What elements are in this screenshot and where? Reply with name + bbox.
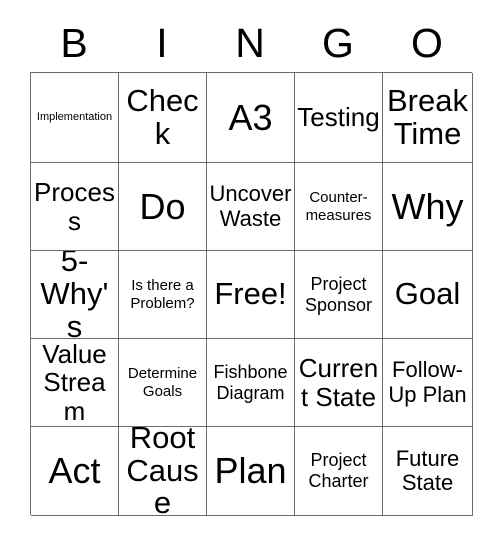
bingo-cell-label: Break Time xyxy=(387,82,468,151)
bingo-cell-label: Plan xyxy=(214,450,287,492)
bingo-cell-label: Free! xyxy=(214,276,287,312)
bingo-cell-label: Is there a Problem? xyxy=(130,277,195,312)
bingo-cell-label: Process xyxy=(34,177,115,236)
bingo-cell-label: Check xyxy=(126,82,199,151)
bingo-cell-label: Fishbone Diagram xyxy=(213,361,288,403)
bingo-cell[interactable]: Why xyxy=(383,163,473,251)
bingo-cell-label: Determine Goals xyxy=(127,365,198,400)
bingo-cell[interactable]: Plan xyxy=(207,427,295,516)
bingo-cell-label: Project Charter xyxy=(308,450,369,491)
bingo-card: B I N G O Implementation Check A3 Testin… xyxy=(0,0,500,544)
bingo-cell-label: Project Sponsor xyxy=(304,273,373,315)
bingo-grid: Implementation Check A3 Testing Break Ti… xyxy=(30,72,473,516)
bingo-cell-label: Goal xyxy=(394,276,461,312)
bingo-cell[interactable]: A3 xyxy=(207,73,295,163)
bingo-cell[interactable]: Uncover Waste xyxy=(207,163,295,251)
bingo-cell[interactable]: Root Cause xyxy=(119,427,207,516)
bingo-cell[interactable]: Counter-measures xyxy=(295,163,383,251)
bingo-cell[interactable]: Do xyxy=(119,163,207,251)
bingo-cell[interactable]: Process xyxy=(31,163,119,251)
bingo-cell-label: Testing xyxy=(297,102,380,133)
bingo-cell-free[interactable]: Free! xyxy=(207,251,295,339)
bingo-cell-label: Value Stream xyxy=(42,339,107,426)
bingo-cell-label: A3 xyxy=(228,96,273,138)
bingo-cell[interactable]: Follow-Up Plan xyxy=(383,339,473,427)
bingo-cell-label: Do xyxy=(139,185,186,227)
bingo-cell[interactable]: Goal xyxy=(383,251,473,339)
bingo-cell[interactable]: Check xyxy=(119,73,207,163)
bingo-cell[interactable]: 5-Why's xyxy=(31,251,119,339)
bingo-cell[interactable]: Is there a Problem? xyxy=(119,251,207,339)
bingo-cell[interactable]: Fishbone Diagram xyxy=(207,339,295,427)
bingo-cell[interactable]: Value Stream xyxy=(31,339,119,427)
bingo-cell[interactable]: Project Charter xyxy=(295,427,383,516)
bingo-cell-label: Current State xyxy=(298,353,379,412)
bingo-cell-label: 5-Why's xyxy=(40,251,109,339)
bingo-header-letter-g: G xyxy=(322,19,354,66)
bingo-header-letter-n: N xyxy=(235,19,265,66)
bingo-cell-label: Why xyxy=(391,185,464,227)
bingo-cell[interactable]: Testing xyxy=(295,73,383,163)
bingo-cell-label: Future State xyxy=(395,445,460,495)
bingo-cell-label: Uncover Waste xyxy=(209,181,292,231)
bingo-header-letter-b: B xyxy=(60,19,88,66)
bingo-cell-label: Follow-Up Plan xyxy=(388,357,467,407)
bingo-cell-label: Implementation xyxy=(36,111,113,124)
bingo-cell[interactable]: Current State xyxy=(295,339,383,427)
bingo-header-row: B I N G O xyxy=(30,14,472,72)
bingo-cell[interactable]: Act xyxy=(31,427,119,516)
bingo-cell[interactable]: Future State xyxy=(383,427,473,516)
bingo-header-letter-i: I xyxy=(156,19,168,66)
bingo-cell-label: Act xyxy=(48,450,101,492)
bingo-cell[interactable]: Determine Goals xyxy=(119,339,207,427)
bingo-cell[interactable]: Break Time xyxy=(383,73,473,163)
bingo-cell-label: Root Cause xyxy=(126,427,199,516)
bingo-header-letter-o: O xyxy=(411,19,443,66)
bingo-cell[interactable]: Project Sponsor xyxy=(295,251,383,339)
bingo-cell-label: Counter-measures xyxy=(305,189,372,224)
bingo-cell[interactable]: Implementation xyxy=(31,73,119,163)
